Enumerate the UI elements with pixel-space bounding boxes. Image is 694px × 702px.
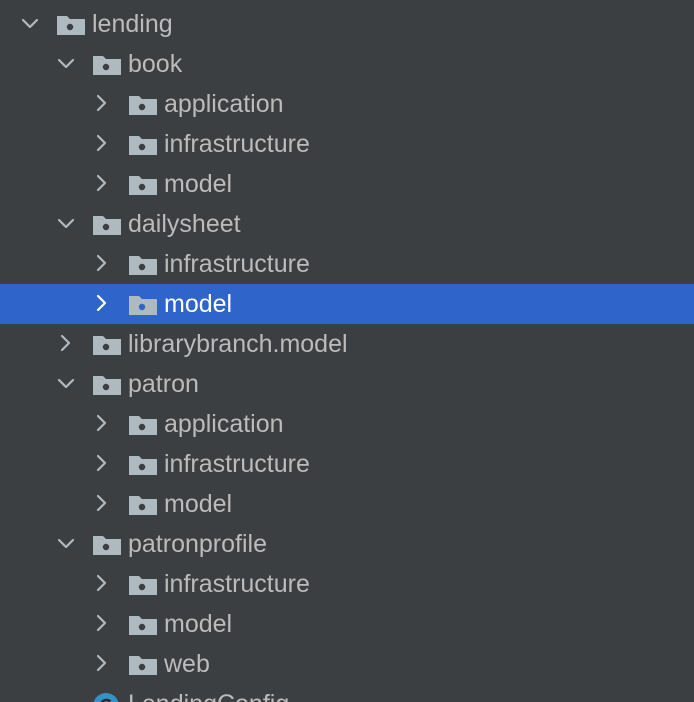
chevron-down-icon[interactable] (54, 364, 78, 404)
package-folder-icon (128, 174, 158, 196)
chevron-down-icon[interactable] (18, 4, 42, 44)
tree-node-web[interactable]: web (0, 644, 694, 684)
chevron-right-icon[interactable] (90, 404, 114, 444)
tree-node-model[interactable]: model (0, 484, 694, 524)
package-folder-icon (128, 454, 158, 476)
package-folder-icon (92, 54, 122, 76)
tree-node-label: book (128, 50, 183, 78)
package-folder-icon (92, 534, 122, 556)
package-folder-icon (128, 254, 158, 276)
project-tree[interactable]: lending book application infrastructure mode… (0, 0, 694, 702)
chevron-right-icon[interactable] (90, 564, 114, 604)
chevron-right-icon[interactable] (90, 604, 114, 644)
tree-node-label: model (164, 170, 233, 198)
chevron-right-icon[interactable] (90, 284, 114, 324)
package-folder-icon (128, 94, 158, 116)
tree-node-infrastructure[interactable]: infrastructure (0, 124, 694, 164)
tree-node-label: patronprofile (128, 530, 267, 558)
chevron-down-icon[interactable] (54, 524, 78, 564)
tree-node-librarybranch-model[interactable]: librarybranch.model (0, 324, 694, 364)
chevron-right-icon[interactable] (90, 484, 114, 524)
package-folder-icon (92, 334, 122, 356)
tree-node-label: infrastructure (164, 130, 310, 158)
tree-node-infrastructure[interactable]: infrastructure (0, 564, 694, 604)
tree-node-label: dailysheet (128, 210, 241, 238)
tree-node-patronprofile[interactable]: patronprofile (0, 524, 694, 564)
package-folder-icon (92, 214, 122, 236)
tree-node-patron[interactable]: patron (0, 364, 694, 404)
tree-node-label: LendingConfig (128, 684, 289, 702)
package-folder-icon (128, 414, 158, 436)
chevron-down-icon[interactable] (54, 44, 78, 84)
tree-node-model[interactable]: model (0, 604, 694, 644)
tree-node-label: librarybranch.model (128, 330, 348, 358)
chevron-right-icon[interactable] (90, 444, 114, 484)
tree-node-label: application (164, 90, 284, 118)
package-folder-icon (128, 294, 158, 316)
tree-node-label: infrastructure (164, 250, 310, 278)
package-folder-icon (128, 134, 158, 156)
chevron-right-icon[interactable] (90, 164, 114, 204)
tree-node-label: model (164, 610, 233, 638)
tree-node-model[interactable]: model (0, 284, 694, 324)
tree-node-book[interactable]: book (0, 44, 694, 84)
chevron-down-icon[interactable] (54, 204, 78, 244)
tree-node-model[interactable]: model (0, 164, 694, 204)
package-folder-icon (128, 614, 158, 636)
tree-node-label: infrastructure (164, 570, 310, 598)
tree-node-label: lending (92, 10, 173, 38)
chevron-right-icon[interactable] (54, 324, 78, 364)
package-folder-icon (56, 14, 86, 36)
tree-node-label: model (164, 490, 233, 518)
tree-node-label: patron (128, 370, 199, 398)
tree-node-application[interactable]: application (0, 84, 694, 124)
chevron-right-icon[interactable] (90, 84, 114, 124)
package-folder-icon (128, 654, 158, 676)
java-class-icon (92, 692, 120, 702)
tree-node-label: web (164, 650, 210, 678)
package-folder-icon (128, 494, 158, 516)
tree-node-application[interactable]: application (0, 404, 694, 444)
chevron-right-icon[interactable] (90, 644, 114, 684)
tree-node-label: infrastructure (164, 450, 310, 478)
tree-node-lending[interactable]: lending (0, 4, 694, 44)
tree-node-LendingConfig[interactable]: LendingConfig (0, 684, 694, 702)
tree-node-dailysheet[interactable]: dailysheet (0, 204, 694, 244)
package-folder-icon (128, 574, 158, 596)
tree-node-label: model (164, 290, 233, 318)
tree-node-infrastructure[interactable]: infrastructure (0, 244, 694, 284)
package-folder-icon (92, 374, 122, 396)
chevron-right-icon[interactable] (90, 124, 114, 164)
chevron-right-icon[interactable] (90, 244, 114, 284)
tree-node-infrastructure[interactable]: infrastructure (0, 444, 694, 484)
tree-node-label: application (164, 410, 284, 438)
